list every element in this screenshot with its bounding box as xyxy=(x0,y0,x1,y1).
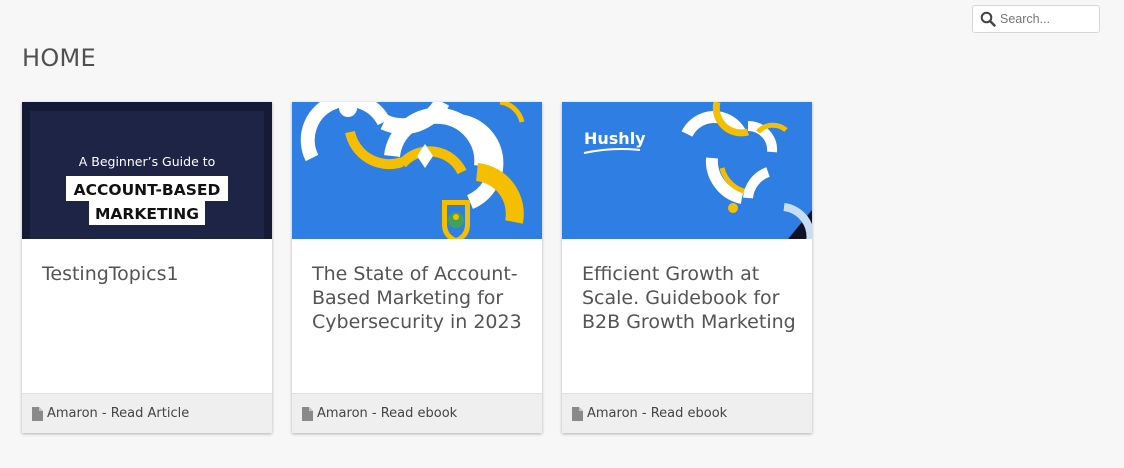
card-title[interactable]: The State of Account-Based Marketing for… xyxy=(312,262,526,334)
card-title[interactable]: Efficient Growth at Scale. Guidebook for… xyxy=(582,262,796,334)
card-thumbnail[interactable]: A Beginner’s Guide to ACCOUNT-BASED MARK… xyxy=(22,102,272,239)
card-footer: Amaron - Read ebook xyxy=(292,393,542,433)
card-footer: Amaron - Read ebook xyxy=(562,393,812,433)
thumbnail-heading-line2: MARKETING xyxy=(95,205,199,223)
card-thumbnail[interactable]: Hushly xyxy=(562,102,812,239)
content-card[interactable]: Hushly Efficient Growth at Scale. Guideb… xyxy=(562,102,812,433)
thumbnail-heading-line1: ACCOUNT-BASED xyxy=(74,181,221,199)
card-meta: Amaron - Read ebook xyxy=(587,406,728,421)
card-thumbnail[interactable] xyxy=(292,102,542,239)
content-card[interactable]: A Beginner’s Guide to ACCOUNT-BASED MARK… xyxy=(22,102,272,433)
card-title[interactable]: TestingTopics1 xyxy=(42,262,256,286)
document-icon xyxy=(32,406,43,421)
card-meta: Amaron - Read ebook xyxy=(317,406,458,421)
card-meta: Amaron - Read Article xyxy=(47,406,190,421)
hushly-logo: Hushly xyxy=(584,129,646,148)
search-box[interactable] xyxy=(972,5,1100,33)
document-icon xyxy=(302,406,313,421)
document-icon xyxy=(572,406,583,421)
thumbnail-caption: A Beginner’s Guide to xyxy=(79,154,216,169)
card-footer: Amaron - Read Article xyxy=(22,393,272,433)
content-card[interactable]: The State of Account-Based Marketing for… xyxy=(292,102,542,433)
search-input[interactable] xyxy=(1000,12,1090,26)
search-icon xyxy=(980,11,996,27)
page-title: HOME xyxy=(22,44,97,72)
